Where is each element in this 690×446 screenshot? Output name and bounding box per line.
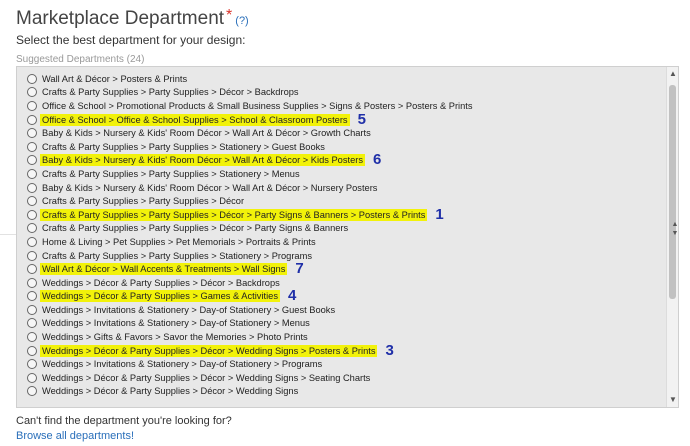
rank-badge: 1 [435, 205, 444, 223]
radio-button[interactable] [27, 155, 37, 166]
department-option[interactable]: Weddings > Décor & Party Supplies > Game… [27, 287, 664, 305]
radio-button[interactable] [27, 277, 37, 288]
department-option-label: Crafts & Party Supplies > Party Supplies… [42, 168, 300, 179]
title-row: Marketplace Department * (?) [16, 7, 249, 30]
department-option[interactable]: Crafts & Party Supplies > Party Supplies… [27, 140, 664, 154]
department-option-label: Baby & Kids > Nursery & Kids' Room Décor… [42, 128, 371, 139]
department-option[interactable]: Home & Living > Pet Supplies > Pet Memor… [27, 235, 664, 249]
radio-button[interactable] [27, 87, 37, 98]
department-option-label: Crafts & Party Supplies > Party Supplies… [40, 208, 428, 221]
department-option-label: Weddings > Décor & Party Supplies > Déco… [40, 344, 378, 357]
radio-button[interactable] [27, 168, 37, 179]
page-title: Marketplace Department [16, 8, 225, 29]
suggested-departments-label: Suggested Departments (24) [16, 54, 145, 65]
department-option-label: Crafts & Party Supplies > Party Supplies… [42, 196, 245, 207]
department-option[interactable]: Weddings > Gifts & Favors > Savor the Me… [27, 330, 664, 344]
page-scroll-indicator[interactable]: ▲ ▼ [671, 220, 679, 246]
browse-all-departments-link[interactable]: Browse all departments! [16, 430, 134, 442]
department-option-label: Weddings > Invitations & Stationery > Da… [42, 359, 323, 370]
radio-button[interactable] [27, 100, 37, 111]
department-option-label: Weddings > Invitations & Stationery > Da… [42, 318, 310, 329]
department-option[interactable]: Weddings > Décor & Party Supplies > Déco… [27, 341, 664, 359]
department-option-label: Wall Art & Décor > Wall Accents & Treatm… [40, 263, 288, 276]
department-option-label: Weddings > Décor & Party Supplies > Déco… [42, 277, 280, 288]
radio-button[interactable] [27, 372, 37, 383]
radio-button[interactable] [27, 304, 37, 315]
rank-badge: 5 [357, 110, 366, 128]
department-option-label: Weddings > Gifts & Favors > Savor the Me… [42, 332, 308, 343]
department-list: Wall Art & Décor > Posters & Prints Craft… [27, 72, 664, 398]
department-option[interactable]: Weddings > Invitations & Stationery > Da… [27, 303, 664, 317]
scroll-down-arrow-icon[interactable]: ▼ [667, 394, 678, 406]
department-option[interactable]: Baby & Kids > Nursery & Kids' Room Décor… [27, 181, 664, 195]
rank-badge: 3 [385, 341, 394, 359]
footer-question: Can't find the department you're looking… [16, 415, 232, 427]
department-option-label: Crafts & Party Supplies > Party Supplies… [42, 141, 325, 152]
rank-badge: 6 [373, 151, 382, 169]
radio-button[interactable] [27, 318, 37, 329]
radio-button[interactable] [27, 73, 37, 84]
page-scroll-down-icon[interactable]: ▼ [671, 229, 679, 238]
department-option-label: Baby & Kids > Nursery & Kids' Room Décor… [40, 154, 365, 167]
radio-button[interactable] [27, 209, 37, 220]
department-option-label: Crafts & Party Supplies > Party Supplies… [42, 223, 349, 234]
department-option-label: Home & Living > Pet Supplies > Pet Memor… [42, 236, 316, 247]
radio-button[interactable] [27, 264, 37, 275]
department-option-label: Weddings > Invitations & Stationery > Da… [42, 304, 336, 315]
scroll-up-arrow-icon[interactable]: ▲ [667, 68, 678, 80]
department-option-label: Crafts & Party Supplies > Party Supplies… [42, 250, 312, 261]
department-option[interactable]: Weddings > Invitations & Stationery > Da… [27, 357, 664, 371]
department-option[interactable]: Crafts & Party Supplies > Party Supplies… [27, 86, 664, 100]
divider [0, 234, 16, 235]
department-option-label: Weddings > Décor & Party Supplies > Déco… [42, 386, 299, 397]
radio-button[interactable] [27, 359, 37, 370]
department-option-label: Office & School > Promotional Products &… [42, 100, 473, 111]
radio-button[interactable] [27, 345, 37, 356]
radio-button[interactable] [27, 128, 37, 139]
radio-button[interactable] [27, 332, 37, 343]
radio-button[interactable] [27, 223, 37, 234]
department-option-label: Baby & Kids > Nursery & Kids' Room Décor… [42, 182, 378, 193]
department-option-label: Crafts & Party Supplies > Party Supplies… [42, 87, 299, 98]
rank-badge: 7 [295, 260, 304, 278]
radio-button[interactable] [27, 250, 37, 261]
radio-button[interactable] [27, 236, 37, 247]
radio-button[interactable] [27, 291, 37, 302]
department-option[interactable]: Office & School > Promotional Products &… [27, 99, 664, 113]
department-option[interactable]: Crafts & Party Supplies > Party Supplies… [27, 205, 664, 223]
radio-button[interactable] [27, 182, 37, 193]
required-mark: * [226, 7, 233, 24]
department-option[interactable]: Baby & Kids > Nursery & Kids' Room Décor… [27, 126, 664, 140]
help-link[interactable]: (?) [235, 15, 248, 27]
radio-button[interactable] [27, 114, 37, 125]
department-option[interactable]: Weddings > Décor & Party Supplies > Déco… [27, 276, 664, 290]
radio-button[interactable] [27, 141, 37, 152]
department-option[interactable]: Office & School > Office & School Suppli… [27, 110, 664, 128]
department-listbox[interactable]: Wall Art & Décor > Posters & Prints Craft… [16, 66, 679, 408]
department-option[interactable]: Weddings > Décor & Party Supplies > Déco… [27, 371, 664, 385]
department-option-label: Wall Art & Décor > Posters & Prints [42, 73, 188, 84]
department-option[interactable]: Wall Art & Décor > Posters & Prints [27, 72, 664, 86]
department-option[interactable]: Weddings > Décor & Party Supplies > Déco… [27, 385, 664, 399]
rank-badge: 4 [287, 287, 297, 305]
instruction-text: Select the best department for your desi… [16, 33, 246, 47]
radio-button[interactable] [27, 196, 37, 207]
department-option-label: Weddings > Décor & Party Supplies > Game… [40, 290, 280, 303]
department-option[interactable]: Baby & Kids > Nursery & Kids' Room Décor… [27, 151, 664, 169]
scrollbar-thumb[interactable] [669, 85, 676, 299]
department-option[interactable]: Wall Art & Décor > Wall Accents & Treatm… [27, 260, 664, 278]
department-option[interactable]: Crafts & Party Supplies > Party Supplies… [27, 194, 664, 208]
department-option[interactable]: Crafts & Party Supplies > Party Supplies… [27, 249, 664, 263]
department-option-label: Weddings > Décor & Party Supplies > Déco… [42, 372, 371, 383]
department-option-label: Office & School > Office & School Suppli… [40, 113, 350, 126]
radio-button[interactable] [27, 386, 37, 397]
page-scroll-up-icon[interactable]: ▲ [671, 220, 679, 229]
department-option[interactable]: Crafts & Party Supplies > Party Supplies… [27, 167, 664, 181]
department-option[interactable]: Crafts & Party Supplies > Party Supplies… [27, 222, 664, 236]
department-option[interactable]: Weddings > Invitations & Stationery > Da… [27, 317, 664, 331]
